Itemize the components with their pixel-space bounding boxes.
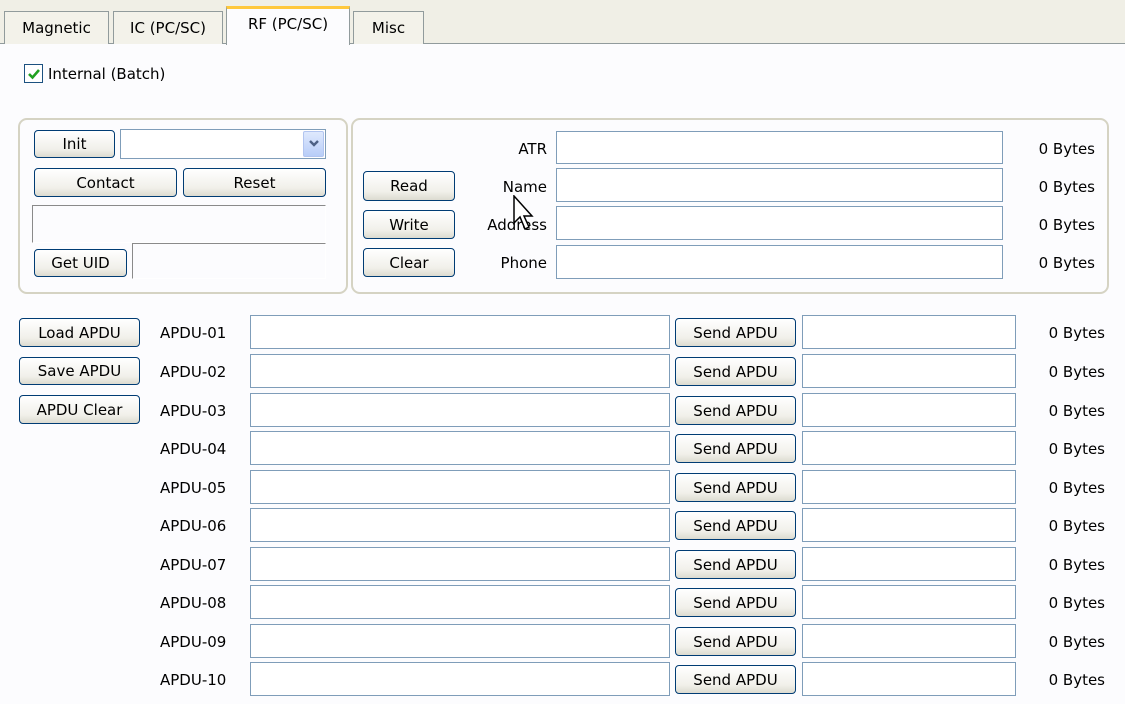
- uid-field[interactable]: [132, 243, 326, 279]
- apdu-label: APDU-01: [160, 324, 227, 342]
- address-size: 0 Bytes: [1038, 216, 1095, 234]
- apdu-size: 0 Bytes: [1048, 440, 1105, 458]
- apdu-label: APDU-03: [160, 402, 227, 420]
- send-apdu-button[interactable]: Send APDU: [675, 357, 796, 386]
- mouse-cursor-icon: [513, 195, 534, 231]
- apdu-size: 0 Bytes: [1048, 633, 1105, 651]
- apdu-command-field[interactable]: [250, 585, 670, 619]
- apdu-label: APDU-06: [160, 517, 227, 535]
- apdu-command-field[interactable]: [250, 662, 670, 696]
- apdu-response-field[interactable]: [802, 585, 1016, 619]
- internal-batch-label: Internal (Batch): [48, 65, 166, 83]
- save-apdu-button[interactable]: Save APDU: [19, 357, 140, 385]
- apdu-label: APDU-05: [160, 479, 227, 497]
- apdu-label: APDU-07: [160, 556, 227, 574]
- send-apdu-button[interactable]: Send APDU: [675, 473, 796, 502]
- send-apdu-button[interactable]: Send APDU: [675, 396, 796, 425]
- apdu-clear-button[interactable]: APDU Clear: [19, 395, 140, 424]
- send-apdu-button[interactable]: Send APDU: [675, 550, 796, 579]
- chevron-down-icon[interactable]: [303, 131, 324, 157]
- apdu-response-field[interactable]: [802, 508, 1016, 542]
- send-apdu-button[interactable]: Send APDU: [675, 318, 796, 347]
- apdu-response-field[interactable]: [802, 393, 1016, 427]
- apdu-command-field[interactable]: [250, 624, 670, 658]
- apdu-response-field[interactable]: [802, 354, 1016, 388]
- apdu-response-field[interactable]: [802, 470, 1016, 504]
- apdu-command-field[interactable]: [250, 431, 670, 465]
- apdu-label: APDU-10: [160, 671, 227, 689]
- name-label: Name: [502, 178, 547, 196]
- apdu-response-field[interactable]: [802, 547, 1016, 581]
- apdu-command-field[interactable]: [250, 508, 670, 542]
- send-apdu-button[interactable]: Send APDU: [675, 627, 796, 656]
- apdu-size: 0 Bytes: [1048, 556, 1105, 574]
- tab-rf-pcsc[interactable]: RF (PC/SC): [226, 6, 350, 45]
- tab-ic-pcsc[interactable]: IC (PC/SC): [113, 11, 223, 44]
- phone-field[interactable]: [556, 245, 1003, 279]
- apdu-size: 0 Bytes: [1048, 479, 1105, 497]
- init-button[interactable]: Init: [34, 130, 115, 158]
- name-size: 0 Bytes: [1038, 178, 1095, 196]
- apdu-label: APDU-09: [160, 633, 227, 651]
- apdu-size: 0 Bytes: [1048, 324, 1105, 342]
- send-apdu-button[interactable]: Send APDU: [675, 588, 796, 617]
- checkmark-icon: [28, 69, 40, 80]
- reset-button[interactable]: Reset: [183, 168, 326, 197]
- apdu-size: 0 Bytes: [1048, 363, 1105, 381]
- apdu-label: APDU-04: [160, 440, 227, 458]
- apdu-command-field[interactable]: [250, 470, 670, 504]
- apdu-size: 0 Bytes: [1048, 402, 1105, 420]
- send-apdu-button[interactable]: Send APDU: [675, 511, 796, 540]
- apdu-response-field[interactable]: [802, 315, 1016, 349]
- atr-field[interactable]: [556, 131, 1003, 164]
- reader-select[interactable]: [120, 129, 326, 159]
- apdu-command-field[interactable]: [250, 393, 670, 427]
- atr-label: ATR: [518, 140, 547, 158]
- tab-magnetic[interactable]: Magnetic: [4, 11, 109, 44]
- get-uid-button[interactable]: Get UID: [34, 249, 127, 277]
- apdu-command-field[interactable]: [250, 315, 670, 349]
- name-field[interactable]: [556, 168, 1003, 202]
- apdu-response-field[interactable]: [802, 624, 1016, 658]
- send-apdu-button[interactable]: Send APDU: [675, 434, 796, 463]
- phone-size: 0 Bytes: [1038, 254, 1095, 272]
- address-field[interactable]: [556, 206, 1003, 240]
- load-apdu-button[interactable]: Load APDU: [19, 318, 140, 347]
- atr-size: 0 Bytes: [1038, 140, 1095, 158]
- apdu-label: APDU-02: [160, 363, 227, 381]
- internal-batch-checkbox[interactable]: [24, 64, 43, 83]
- apdu-command-field[interactable]: [250, 354, 670, 388]
- apdu-size: 0 Bytes: [1048, 594, 1105, 612]
- status-field[interactable]: [32, 205, 326, 243]
- tab-misc[interactable]: Misc: [353, 11, 424, 44]
- apdu-label: APDU-08: [160, 594, 227, 612]
- contact-button[interactable]: Contact: [34, 168, 177, 197]
- apdu-response-field[interactable]: [802, 662, 1016, 696]
- send-apdu-button[interactable]: Send APDU: [675, 665, 796, 694]
- apdu-size: 0 Bytes: [1048, 671, 1105, 689]
- apdu-command-field[interactable]: [250, 547, 670, 581]
- apdu-size: 0 Bytes: [1048, 517, 1105, 535]
- apdu-response-field[interactable]: [802, 431, 1016, 465]
- phone-label: Phone: [500, 254, 547, 272]
